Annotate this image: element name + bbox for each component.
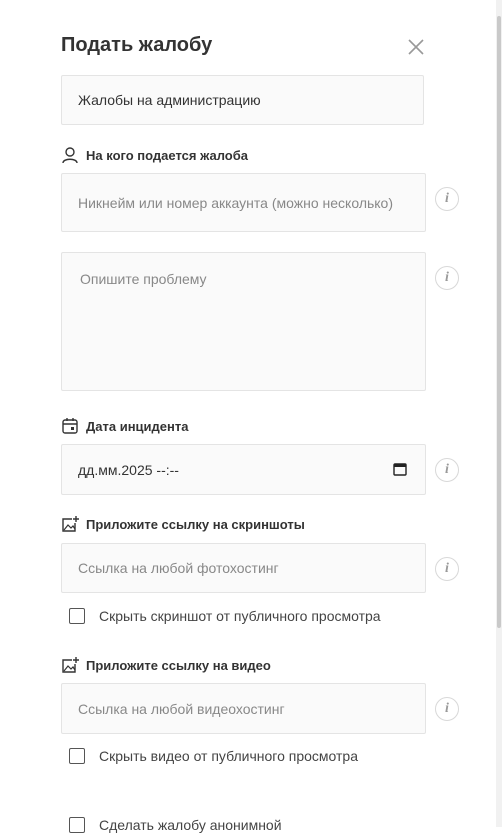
user-icon <box>61 146 79 164</box>
target-label: На кого подается жалоба <box>61 145 248 165</box>
incident-date-input[interactable]: дд.мм.2025 --:-- <box>61 444 426 495</box>
close-icon[interactable] <box>406 37 426 57</box>
screenshots-info-icon[interactable]: i <box>435 557 459 581</box>
description-info-icon[interactable]: i <box>435 266 459 290</box>
add-image-icon <box>61 515 79 533</box>
anonymous-checkbox[interactable] <box>69 817 85 833</box>
dialog-title: Подать жалобу <box>61 34 213 56</box>
video-info-icon[interactable]: i <box>435 697 459 721</box>
category-value: Жалобы на администрацию <box>78 92 261 108</box>
screenshots-label: Приложите ссылку на скриншоты <box>61 514 305 534</box>
hide-screenshot-option[interactable]: Скрыть скриншот от публичного просмотра <box>69 608 381 624</box>
calendar-picker-icon[interactable] <box>393 462 407 476</box>
screenshots-placeholder: Ссылка на любой фотохостинг <box>78 560 279 576</box>
anonymous-option[interactable]: Сделать жалобу анонимной <box>69 817 282 833</box>
description-textarea[interactable]: Опишите проблему <box>61 252 426 391</box>
screenshots-input[interactable]: Ссылка на любой фотохостинг <box>61 543 426 593</box>
complaint-dialog: Подать жалобу Жалобы на администрацию На… <box>0 0 496 833</box>
incident-date-info-icon[interactable]: i <box>435 458 459 482</box>
add-image-icon <box>61 656 79 674</box>
video-label-text: Приложите ссылку на видео <box>86 657 271 673</box>
category-select[interactable]: Жалобы на администрацию <box>61 75 424 125</box>
scrollbar-thumb[interactable] <box>497 16 501 628</box>
anonymous-label: Сделать жалобу анонимной <box>99 817 282 833</box>
description-placeholder: Опишите проблему <box>80 271 207 287</box>
hide-screenshot-checkbox[interactable] <box>69 608 85 624</box>
screenshots-label-text: Приложите ссылку на скриншоты <box>86 516 305 532</box>
hide-video-checkbox[interactable] <box>69 748 85 764</box>
target-placeholder: Никнейм или номер аккаунта (можно нескол… <box>78 195 394 211</box>
video-placeholder: Ссылка на любой видеохостинг <box>78 701 285 717</box>
incident-date-label-text: Дата инцидента <box>86 418 189 434</box>
target-input[interactable]: Никнейм или номер аккаунта (можно нескол… <box>61 173 426 232</box>
video-label: Приложите ссылку на видео <box>61 655 271 675</box>
scrollbar[interactable] <box>496 0 502 827</box>
target-label-text: На кого подается жалоба <box>86 147 248 163</box>
calendar-icon <box>61 417 79 435</box>
video-input[interactable]: Ссылка на любой видеохостинг <box>61 683 426 734</box>
hide-screenshot-label: Скрыть скриншот от публичного просмотра <box>99 608 381 624</box>
hide-video-option[interactable]: Скрыть видео от публичного просмотра <box>69 748 358 764</box>
incident-date-value: дд.мм.2025 --:-- <box>78 462 179 478</box>
hide-video-label: Скрыть видео от публичного просмотра <box>99 748 358 764</box>
target-info-icon[interactable]: i <box>435 187 459 211</box>
incident-date-label: Дата инцидента <box>61 416 188 436</box>
